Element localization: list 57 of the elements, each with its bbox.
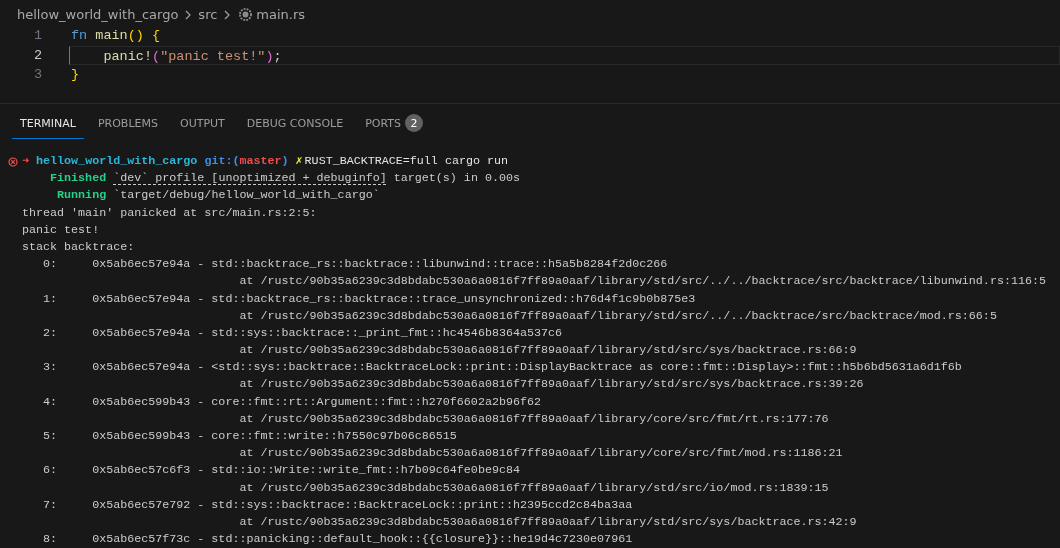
frame-location: at /rustc/90b35a6239c3d8bdabc530a6a0816f7ff89a0aaf/library/std/src/sys/backtrace.rs:39:26 [239,376,864,394]
frame-symbol: 0x5ab6ec599b43 - core::fmt::rt::Argument::fmt::h270f6602a2b96f62 [92,393,541,411]
line-number: 1 [32,27,42,45]
frame-location: at /rustc/90b35a6239c3d8bdabc530a6a0816f7ff89a0aaf/library/std/src/../../backtrace/src/backtrace/mod.rs:66:5 [239,307,997,325]
panel-tab[interactable]: TERMINAL [12,107,84,139]
frame-index: 3: [42,359,58,377]
frame-symbol: 0x5ab6ec57c6f3 - std::io::Write::write_fmt::h7b09c64fe0be9c84 [92,462,520,480]
status-label: Finished [49,170,107,188]
count-badge: 2 [405,114,423,132]
prompt-arrow: ➜ [22,153,30,170]
frame-location: at /rustc/90b35a6239c3d8bdabc530a6a0816f7ff89a0aaf/library/std/src/../../backtrace/src/backtrace/libunwind.rs:116:5 [239,273,1046,291]
breadcrumb-item[interactable]: main.rs [256,7,306,22]
frame-index: 2: [42,324,58,342]
status-text: target(s) in 0.00s [392,170,520,188]
frame-symbol: 0x5ab6ec57e94a - std::backtrace_rs::backtrace::libunwind::trace::h5a5b8284f2d0c266 [92,256,668,274]
frame-location: at /rustc/90b35a6239c3d8bdabc530a6a0816f7ff89a0aaf/library/core/src/fmt/rt.rs:177:76 [239,410,829,428]
frame-symbol: 0x5ab6ec57e94a - <std::sys::backtrace::BacktraceLock::print::DisplayBacktrace as core::fmt::Display>::fmt::h5b6bd5631a6d1f6b [92,359,962,377]
git-label: ) [281,153,289,170]
frame-index: 1: [42,290,58,308]
git-label: git:( [204,153,240,170]
frame-index: 8: [42,531,58,548]
branch-name: master [239,153,282,170]
frame-index: 0: [42,256,58,274]
frame-index: 4: [42,393,58,411]
frame-index: 6: [42,462,58,480]
code-line: } [70,66,81,84]
status-text: `target/debug/hellow_world_with_cargo` [112,187,380,205]
breadcrumb-item[interactable]: src [198,7,218,22]
frame-location: at /rustc/90b35a6239c3d8bdabc530a6a0816f7ff89a0aaf/library/std/src/sys/backtrace.rs:42:9 [239,513,857,531]
breadcrumb-item[interactable]: hellow_world_with_cargo [17,7,179,22]
frame-location: at /rustc/90b35a6239c3d8bdabc530a6a0816f7ff89a0aaf/library/std/src/sys/backtrace.rs:66:9 [239,342,857,360]
frame-symbol: 0x5ab6ec57e792 - std::sys::backtrace::BacktraceLock::print::h2395ccd2c84ba3aa [92,496,633,514]
output-line: panic test! [22,221,100,239]
output-line: stack backtrace: [22,238,135,256]
frame-symbol: 0x5ab6ec57e94a - std::sys::backtrace::_print_fmt::hc4546b8364a537c6 [92,324,563,342]
panel-tab[interactable]: OUTPUT [172,107,233,139]
frame-symbol: 0x5ab6ec599b43 - core::fmt::write::h7550c97b06c86515 [92,428,457,445]
directory-name: hellow_world_with_cargo [36,153,198,170]
profile-text: `dev` profile [unoptimized + debuginfo] [113,170,387,188]
frame-symbol: 0x5ab6ec57e94a - std::backtrace_rs::backtrace::trace_unsynchronized::h76d4f1c9b0b875e3 [92,290,696,308]
frame-location: at /rustc/90b35a6239c3d8bdabc530a6a0816f7ff89a0aaf/library/std/src/io/mod.rs:1839:15 [239,479,829,497]
line-number: 2 [32,46,42,65]
status-label: Running [56,187,107,205]
dirty-mark: ✗ [295,153,303,170]
chevron-icon [184,9,193,20]
frame-symbol: 0x5ab6ec57f73c - std::panicking::default_hook::{{closure}}::he19d4c7230e07961 [92,531,633,548]
line-number: 3 [32,66,42,84]
output-line: thread 'main' panicked at src/main.rs:2:5: [22,204,317,222]
panel-tab[interactable]: DEBUG CONSOLE [238,107,352,139]
frame-location: at /rustc/90b35a6239c3d8bdabc530a6a0816f7ff89a0aaf/library/core/src/fmt/mod.rs:1186:21 [239,445,843,463]
command-text: RUST_BACKTRACE=full cargo run [304,153,508,170]
gear-icon [239,8,253,21]
chevron-icon [223,9,232,20]
code-line: fn main() { [70,27,162,45]
panel-tab[interactable]: PROBLEMS [89,107,166,139]
frame-index: 7: [42,496,58,514]
frame-index: 5: [42,428,58,445]
